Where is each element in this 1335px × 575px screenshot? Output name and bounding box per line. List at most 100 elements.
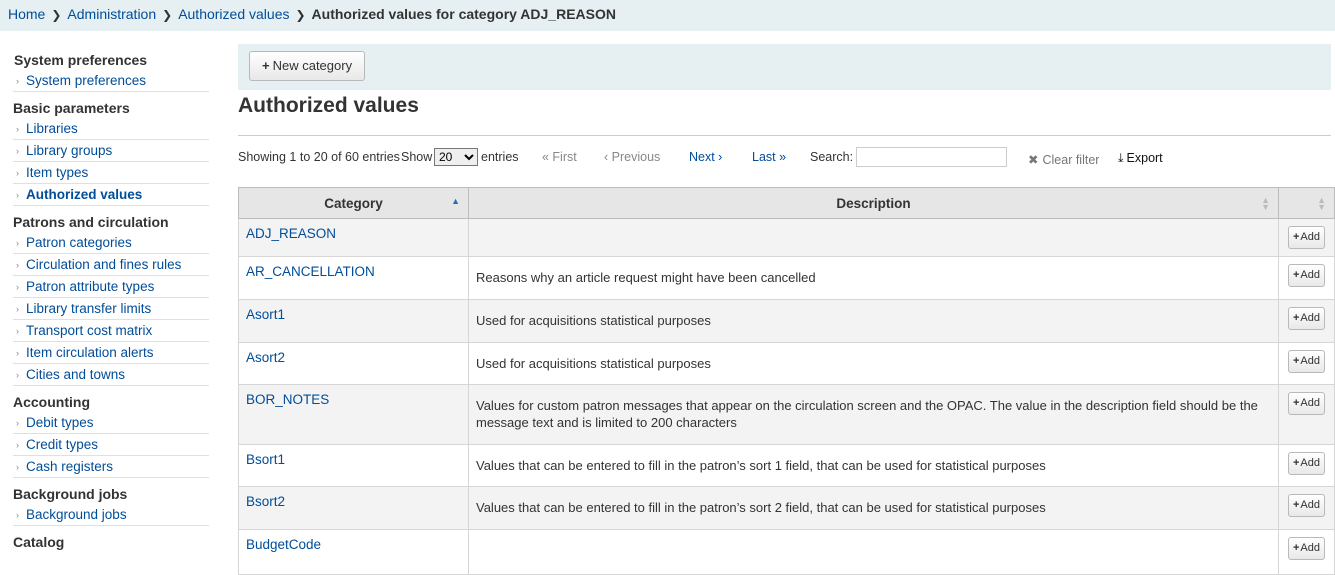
bullet-icon: › (16, 370, 19, 380)
add-button[interactable]: +Add (1287, 264, 1325, 287)
category-link[interactable]: BudgetCode (246, 537, 321, 552)
category-cell: AR_CANCELLATION (238, 256, 469, 300)
sidebar-link-item-circulation-alerts[interactable]: Item circulation alerts (26, 345, 154, 360)
search-input[interactable] (856, 147, 1007, 167)
category-link[interactable]: ADJ_REASON (246, 226, 336, 241)
bullet-icon: › (16, 510, 19, 520)
sidebar-item-circulation-rules: › Circulation and fines rules (13, 254, 209, 276)
category-cell: BOR_NOTES (238, 384, 469, 445)
sidebar-item-item-circulation-alerts: › Item circulation alerts (13, 342, 209, 364)
actions-cell: +Add (1278, 342, 1335, 385)
sidebar-item-patron-categories: › Patron categories (13, 232, 209, 254)
breadcrumb-authorized-values[interactable]: Authorized values (178, 6, 289, 22)
pagination-next[interactable]: Next › (689, 150, 722, 164)
add-button[interactable]: +Add (1287, 350, 1325, 373)
authorized-values-table: Category ▲ Description ▲ ▼ ▲ ▼ ADJ_REASON +A… (238, 187, 1335, 575)
pagination-previous[interactable]: ‹ Previous (604, 150, 660, 164)
column-header-label: Description (836, 195, 911, 211)
breadcrumb-home[interactable]: Home (8, 6, 45, 22)
sidebar-link-debit-types[interactable]: Debit types (26, 415, 94, 430)
sidebar-section-title: Accounting (13, 394, 90, 410)
actions-cell: +Add (1278, 256, 1335, 300)
add-label: Add (1300, 397, 1320, 409)
add-button[interactable]: +Add (1287, 494, 1325, 517)
pagination-last[interactable]: Last » (752, 150, 786, 164)
search-label: Search: (810, 150, 854, 164)
add-label: Add (1300, 312, 1320, 324)
sort-icon: ▲ ▼ (1317, 195, 1326, 212)
clear-filter-label: Clear filter (1042, 153, 1100, 167)
category-link[interactable]: Bsort1 (246, 452, 285, 467)
category-cell: ADJ_REASON (238, 218, 469, 257)
actions-cell: +Add (1278, 486, 1335, 530)
bullet-icon: › (16, 190, 19, 200)
add-button[interactable]: +Add (1287, 307, 1325, 330)
new-category-label: New category (272, 58, 353, 73)
clear-filter-button[interactable]: ✖ Clear filter (1028, 152, 1099, 167)
description-cell: Reasons why an article request might hav… (468, 256, 1279, 300)
sidebar-link-cities-towns[interactable]: Cities and towns (26, 367, 125, 382)
category-link[interactable]: BOR_NOTES (246, 392, 329, 407)
sidebar-link-library-transfer-limits[interactable]: Library transfer limits (26, 301, 151, 316)
sidebar-link-background-jobs[interactable]: Background jobs (26, 507, 127, 522)
export-button[interactable]: ⤓ Export (1118, 151, 1163, 166)
add-button[interactable]: +Add (1287, 226, 1325, 249)
add-button[interactable]: +Add (1287, 392, 1325, 415)
bullet-icon: › (16, 238, 19, 248)
add-button[interactable]: +Add (1287, 452, 1325, 475)
description-cell (468, 529, 1279, 575)
admin-sidebar: System preferences › System preferences B… (13, 50, 209, 552)
sidebar-link-system-preferences[interactable]: System preferences (26, 73, 146, 88)
sidebar-link-circulation-rules[interactable]: Circulation and fines rules (26, 257, 181, 272)
category-link[interactable]: Asort2 (246, 350, 285, 365)
description-cell: Values for custom patron messages that a… (468, 384, 1279, 445)
sidebar-link-authorized-values[interactable]: Authorized values (26, 187, 142, 202)
category-link[interactable]: AR_CANCELLATION (246, 264, 375, 279)
breadcrumb-current: Authorized values for category ADJ_REASO… (311, 6, 616, 22)
sidebar-link-transport-cost-matrix[interactable]: Transport cost matrix (26, 323, 152, 338)
add-label: Add (1300, 457, 1320, 469)
sidebar-link-libraries[interactable]: Libraries (26, 121, 78, 136)
new-category-button[interactable]: + New category (249, 51, 366, 81)
sidebar-link-item-types[interactable]: Item types (26, 165, 88, 180)
sidebar-section-accounting: Accounting › Debit types › Credit types › C… (13, 392, 209, 478)
table-row: Asort1 Used for acquisitions statistical… (238, 299, 1335, 343)
sidebar-link-credit-types[interactable]: Credit types (26, 437, 98, 452)
sidebar-link-patron-categories[interactable]: Patron categories (26, 235, 132, 250)
description-cell (468, 218, 1279, 257)
bullet-icon: › (16, 146, 19, 156)
entries-label: entries (481, 150, 519, 164)
table-info: Showing 1 to 20 of 60 entries (238, 150, 400, 164)
plus-icon: + (1292, 397, 1300, 409)
column-header-actions[interactable]: ▲ ▼ (1278, 187, 1335, 219)
sidebar-item-transport-cost-matrix: › Transport cost matrix (13, 320, 209, 342)
column-header-category[interactable]: Category ▲ (238, 187, 469, 219)
plus-icon: + (1292, 231, 1300, 243)
sort-asc-icon: ▲ (451, 196, 460, 206)
bullet-icon: › (16, 348, 19, 358)
page-size-select[interactable]: 20 (434, 148, 478, 166)
breadcrumb-administration[interactable]: Administration (67, 6, 156, 22)
actions-cell: +Add (1278, 384, 1335, 445)
sidebar-link-cash-registers[interactable]: Cash registers (26, 459, 113, 474)
add-button[interactable]: +Add (1287, 537, 1325, 560)
export-label: Export (1126, 151, 1163, 165)
category-link[interactable]: Bsort2 (246, 494, 285, 509)
column-header-label: Category (324, 195, 383, 211)
plus-icon: + (1292, 355, 1300, 367)
table-controls: Showing 1 to 20 of 60 entries Show 20 en… (238, 146, 1331, 170)
pagination-first[interactable]: « First (542, 150, 577, 164)
table-row: BOR_NOTES Values for custom patron messa… (238, 384, 1335, 445)
sidebar-item-debit-types: › Debit types (13, 412, 209, 434)
column-header-description[interactable]: Description ▲ ▼ (468, 187, 1279, 219)
sidebar-link-patron-attribute-types[interactable]: Patron attribute types (26, 279, 154, 294)
table-row: AR_CANCELLATION Reasons why an article r… (238, 256, 1335, 300)
page-title: Authorized values (238, 94, 419, 117)
category-link[interactable]: Asort1 (246, 307, 285, 322)
sidebar-item-cash-registers: › Cash registers (13, 456, 209, 478)
plus-icon: + (1292, 542, 1300, 554)
actions-cell: +Add (1278, 529, 1335, 575)
sidebar-link-library-groups[interactable]: Library groups (26, 143, 112, 158)
sidebar-item-background-jobs: › Background jobs (13, 504, 209, 526)
table-row: ADJ_REASON +Add (238, 218, 1335, 257)
